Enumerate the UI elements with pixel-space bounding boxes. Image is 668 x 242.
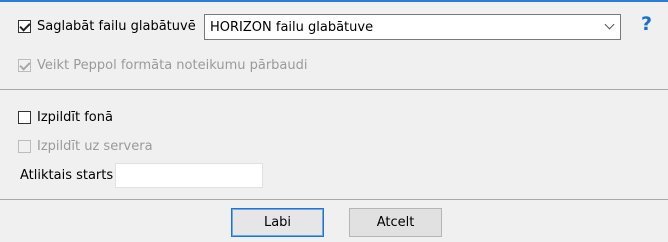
run-on-server-label: Izpildīt uz servera bbox=[37, 139, 153, 154]
save-to-storage-checkbox[interactable] bbox=[18, 20, 31, 33]
peppol-check-option: Veikt Peppol formāta noteikumu pārbaudi bbox=[18, 58, 308, 73]
footer-divider bbox=[0, 199, 668, 200]
cancel-button[interactable]: Atcelt bbox=[349, 208, 442, 237]
help-icon[interactable]: ? bbox=[641, 13, 652, 35]
section-divider bbox=[0, 89, 668, 90]
run-on-server-option: Izpildīt uz servera bbox=[18, 139, 153, 154]
delayed-start-label: Atliktais starts bbox=[20, 168, 114, 183]
run-in-background-label: Izpildīt fonā bbox=[37, 110, 113, 125]
ok-button[interactable]: Labi bbox=[231, 208, 324, 237]
run-in-background-option[interactable]: Izpildīt fonā bbox=[18, 110, 113, 125]
run-in-background-checkbox[interactable] bbox=[18, 111, 31, 124]
delayed-start-row: Atliktais starts bbox=[20, 168, 113, 183]
chevron-down-icon[interactable] bbox=[604, 19, 615, 30]
storage-select-value: HORIZON failu glabātuve bbox=[210, 19, 374, 35]
delayed-start-input[interactable] bbox=[115, 163, 263, 188]
save-to-storage-label: Saglabāt failu glabātuvē bbox=[37, 19, 196, 34]
storage-select[interactable]: HORIZON failu glabātuve bbox=[204, 14, 621, 40]
peppol-check-checkbox bbox=[18, 59, 31, 72]
save-to-storage-option[interactable]: Saglabāt failu glabātuvē bbox=[18, 19, 196, 34]
run-on-server-checkbox bbox=[18, 140, 31, 153]
peppol-check-label: Veikt Peppol formāta noteikumu pārbaudi bbox=[37, 58, 308, 73]
window-top-accent bbox=[0, 0, 668, 2]
